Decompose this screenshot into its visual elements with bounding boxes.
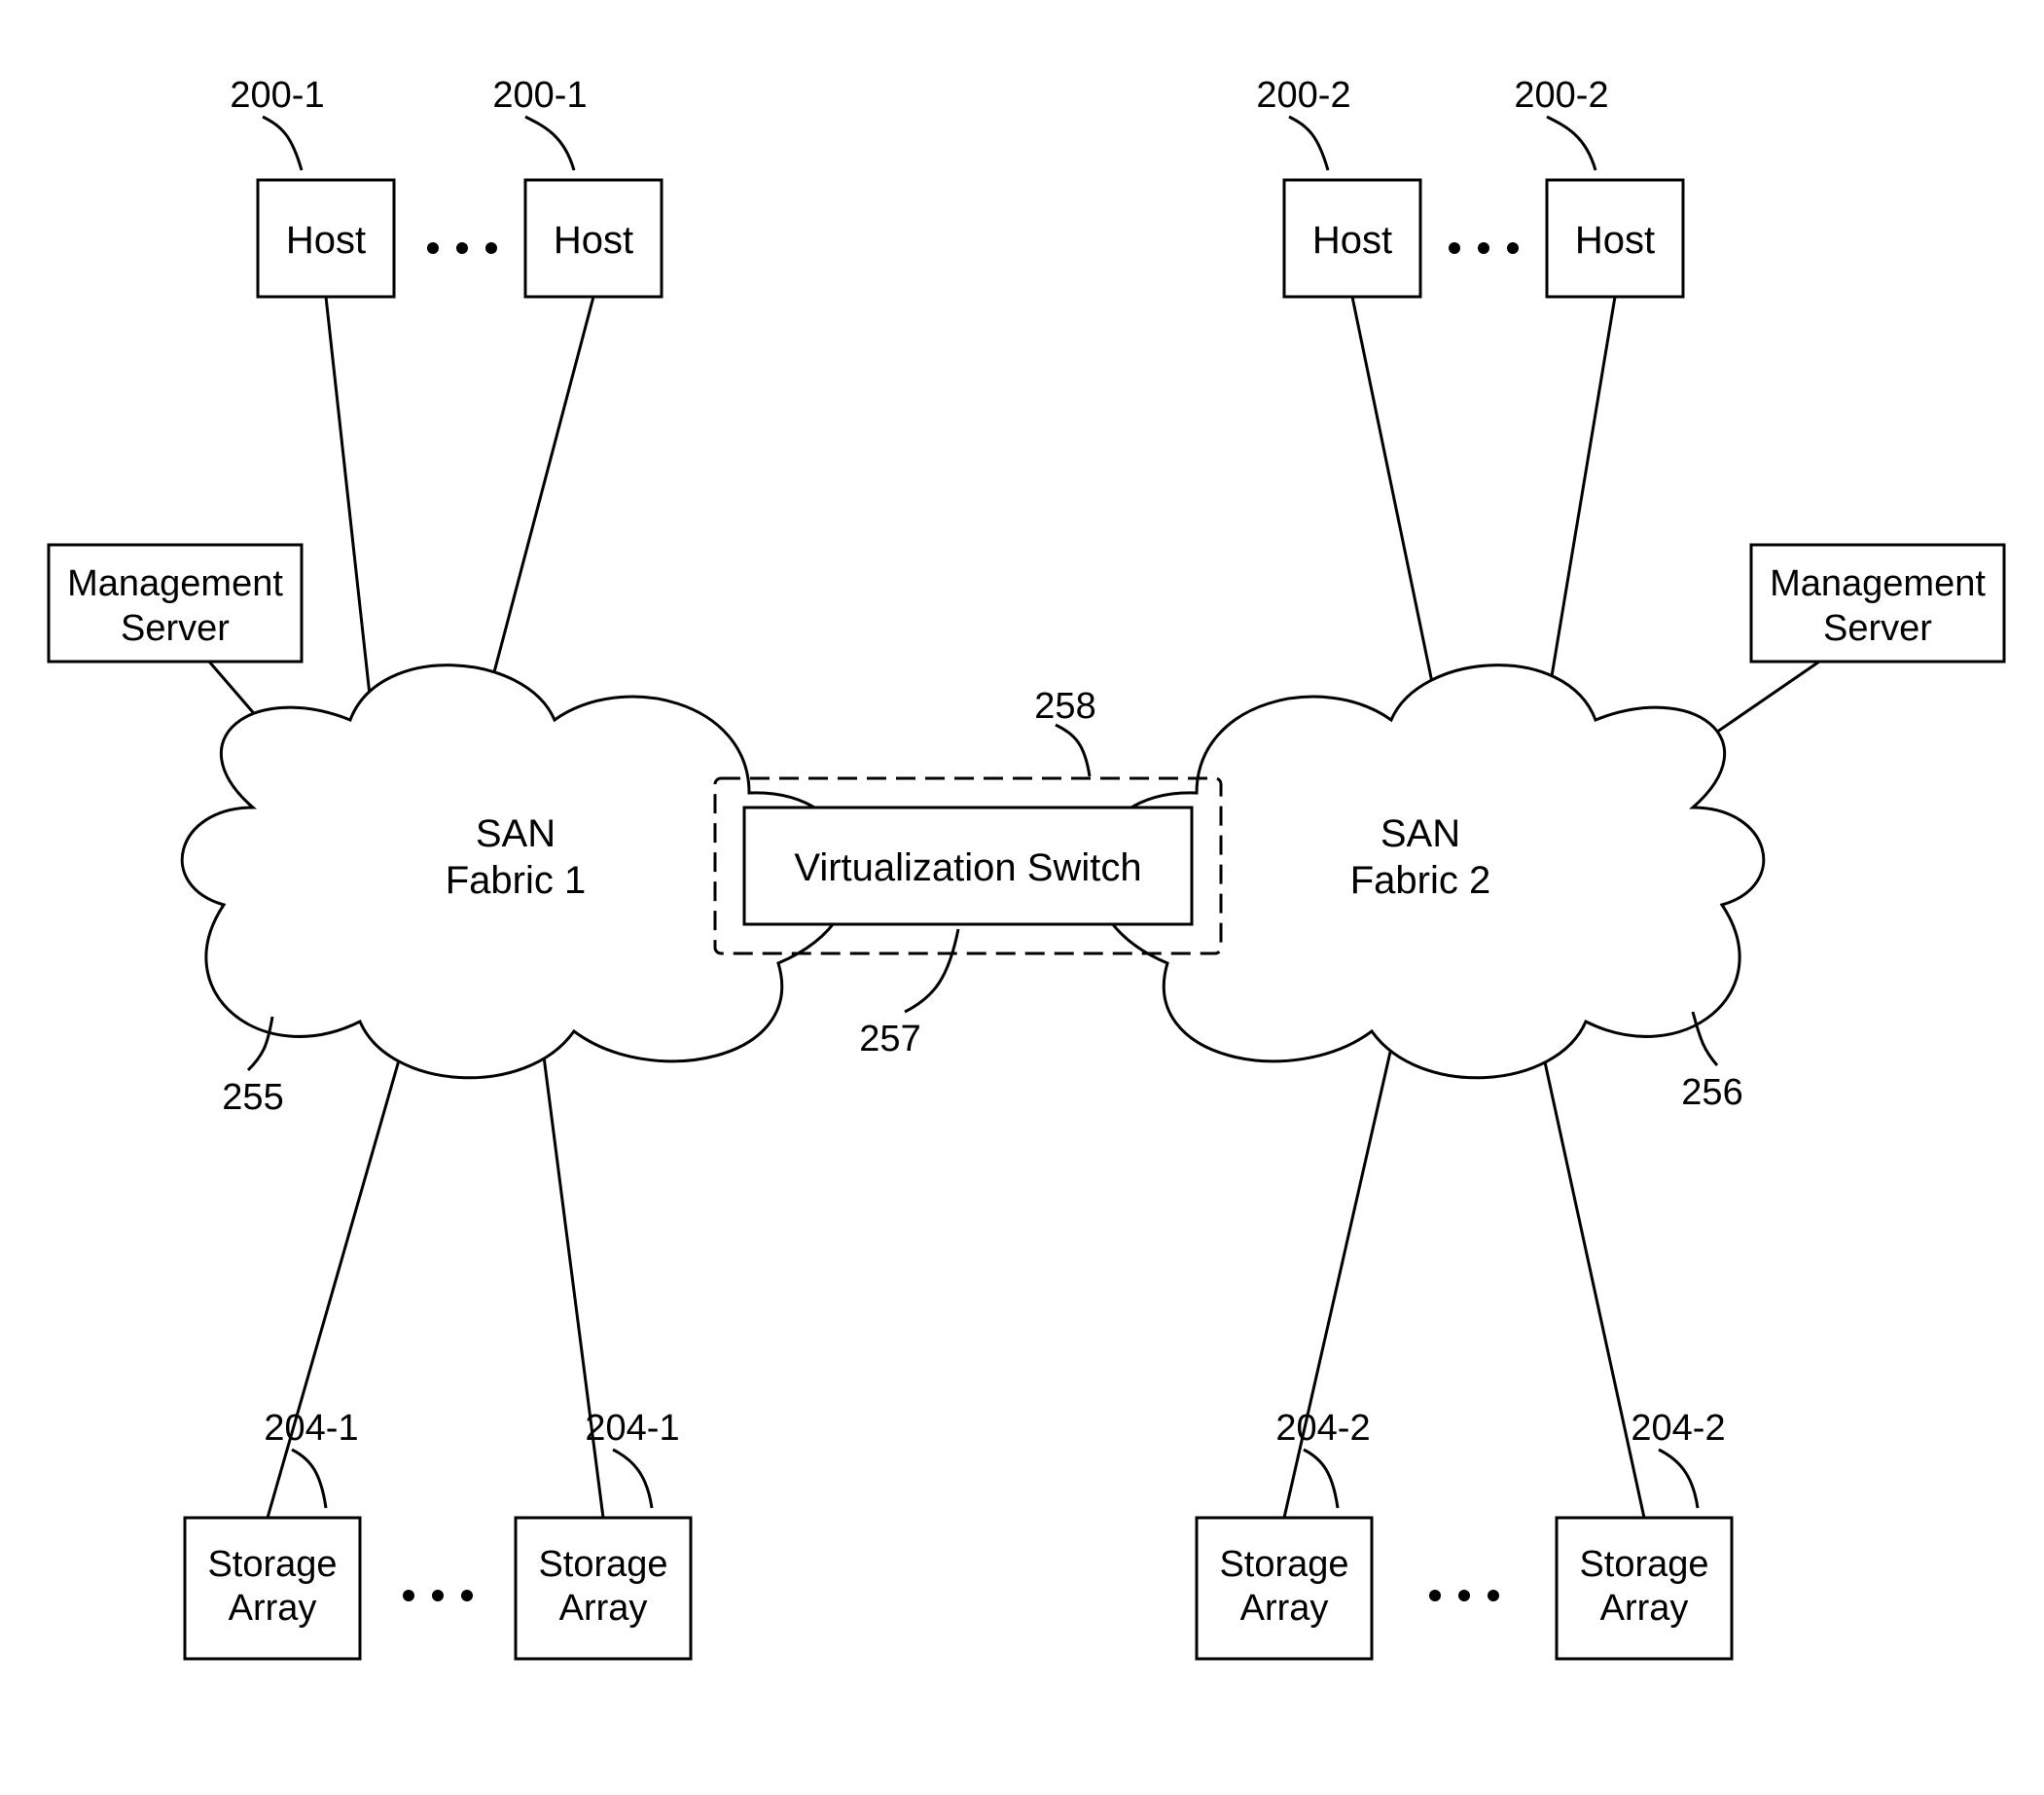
mgmt-left-line2: Server xyxy=(121,608,230,649)
switch-inner-ref: 257 xyxy=(859,1019,920,1059)
storage-2b-ref: 204-2 xyxy=(1631,1408,1725,1449)
fabric2-line1: SAN xyxy=(1381,812,1460,855)
mgmt-right-line2: Server xyxy=(1823,608,1932,649)
storage-1b-line2: Array xyxy=(559,1588,648,1629)
host-1b-ref: 200-1 xyxy=(492,75,587,116)
fabric1-line2: Fabric 1 xyxy=(446,859,587,902)
virtualization-switch-label: Virtualization Switch xyxy=(794,846,1141,889)
storage-1a-line1: Storage xyxy=(207,1544,337,1585)
host-2b-ref: 200-2 xyxy=(1514,75,1608,116)
host-1a-label: Host xyxy=(286,219,366,262)
host-1b-label: Host xyxy=(554,219,633,262)
fabric2-ref: 256 xyxy=(1681,1072,1742,1113)
storage-1b-ref: 204-1 xyxy=(585,1408,679,1449)
storage-2a-line2: Array xyxy=(1240,1588,1329,1629)
storage-2a-ref: 204-2 xyxy=(1275,1408,1370,1449)
host-2a-ref: 200-2 xyxy=(1256,75,1350,116)
switch-outer-ref: 258 xyxy=(1034,686,1095,727)
host-2b-label: Host xyxy=(1575,219,1655,262)
fabric1-ref: 255 xyxy=(222,1077,283,1118)
storage-2b-line2: Array xyxy=(1600,1588,1689,1629)
storage-1b-line1: Storage xyxy=(538,1544,667,1585)
storage-1a-ref: 204-1 xyxy=(264,1408,358,1449)
host-2a-label: Host xyxy=(1312,219,1392,262)
mgmt-right-line1: Management xyxy=(1770,563,1986,604)
fabric1-line1: SAN xyxy=(476,812,556,855)
storage-1a-line2: Array xyxy=(229,1588,317,1629)
storage-2b-line1: Storage xyxy=(1579,1544,1708,1585)
storage-2a-line1: Storage xyxy=(1219,1544,1348,1585)
mgmt-left-line1: Management xyxy=(67,563,283,604)
host-1a-ref: 200-1 xyxy=(230,75,324,116)
fabric2-line2: Fabric 2 xyxy=(1350,859,1491,902)
